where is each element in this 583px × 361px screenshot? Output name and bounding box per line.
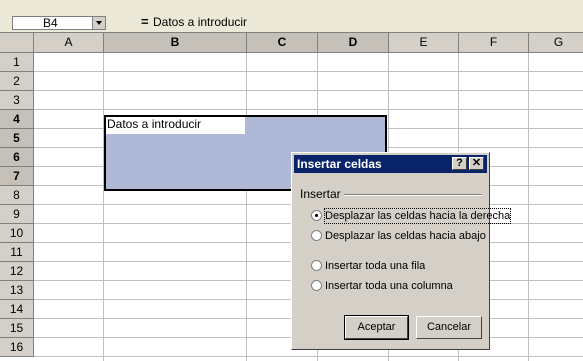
column-header-d[interactable]: D xyxy=(318,33,389,53)
chevron-down-icon[interactable] xyxy=(92,17,105,29)
row-header-6[interactable]: 6 xyxy=(0,148,34,167)
ok-button[interactable]: Aceptar xyxy=(344,315,409,340)
option-label: Desplazar las celdas hacia abajo xyxy=(325,230,486,242)
dialog-title: Insertar celdas xyxy=(297,157,382,171)
formula-bar: B4 = Datos a introducir xyxy=(0,0,583,33)
row-header-9[interactable]: 9 xyxy=(0,205,34,224)
row-header-12[interactable]: 12 xyxy=(0,262,34,281)
group-label: Insertar xyxy=(300,187,341,201)
row-header-10[interactable]: 10 xyxy=(0,224,34,243)
radio-icon[interactable] xyxy=(311,230,322,241)
option-label: Insertar toda una fila xyxy=(325,260,426,272)
cell-b4: Datos a introducir xyxy=(107,117,202,131)
column-header-g[interactable]: G xyxy=(529,33,583,53)
column-header-f[interactable]: F xyxy=(459,33,529,53)
row-header-16[interactable]: 16 xyxy=(0,338,34,357)
row-header-14[interactable]: 14 xyxy=(0,300,34,319)
select-all-corner[interactable] xyxy=(0,33,34,53)
row-header-8[interactable]: 8 xyxy=(0,186,34,205)
radio-checked-icon[interactable] xyxy=(311,210,322,221)
help-icon[interactable]: ? xyxy=(452,157,467,170)
row-header-2[interactable]: 2 xyxy=(0,72,34,91)
column-header-c[interactable]: C xyxy=(247,33,318,53)
radio-icon[interactable] xyxy=(311,260,322,271)
row-header-7[interactable]: 7 xyxy=(0,167,34,186)
row-header-4[interactable]: 4 xyxy=(0,110,34,129)
formula-input[interactable]: Datos a introducir xyxy=(153,15,247,29)
group-divider xyxy=(344,194,482,196)
column-header-b[interactable]: B xyxy=(104,33,247,53)
column-header-a[interactable]: A xyxy=(34,33,104,53)
insert-cells-dialog: Insertar celdas ? ✕ Insertar Desplazar l… xyxy=(291,152,512,350)
cancel-button[interactable]: Cancelar xyxy=(416,316,482,339)
option-label: Insertar toda una columna xyxy=(325,280,453,292)
row-header-13[interactable]: 13 xyxy=(0,281,34,300)
row-header-15[interactable]: 15 xyxy=(0,319,34,338)
equals-icon[interactable]: = xyxy=(141,15,149,29)
name-box[interactable]: B4 xyxy=(12,16,106,30)
dialog-title-bar[interactable]: Insertar celdas ? ✕ xyxy=(294,155,487,173)
row-header-5[interactable]: 5 xyxy=(0,129,34,148)
name-box-value: B4 xyxy=(43,16,58,30)
row-header-3[interactable]: 3 xyxy=(0,91,34,110)
row-header-11[interactable]: 11 xyxy=(0,243,34,262)
option-label: Desplazar las celdas hacia la derecha xyxy=(323,208,512,224)
row-header-1[interactable]: 1 xyxy=(0,53,34,72)
close-icon[interactable]: ✕ xyxy=(469,157,484,170)
column-header-e[interactable]: E xyxy=(389,33,459,53)
radio-icon[interactable] xyxy=(311,280,322,291)
